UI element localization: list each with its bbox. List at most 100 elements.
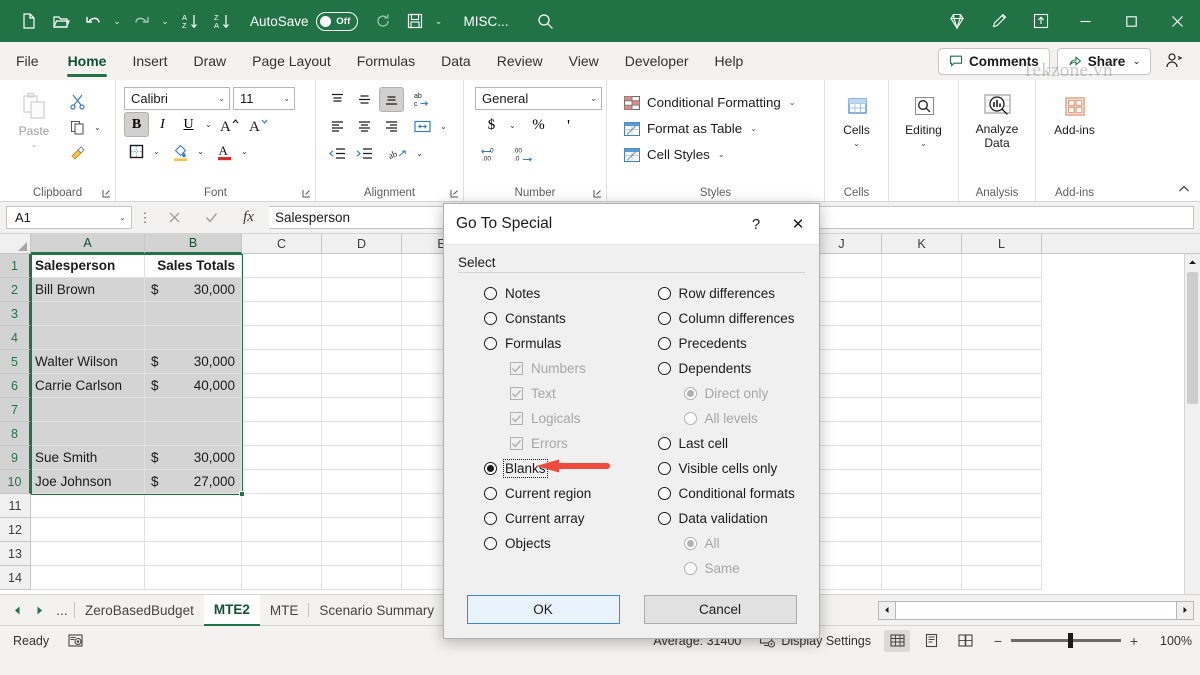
cell-D7[interactable] bbox=[322, 398, 402, 422]
option-constants[interactable]: Constants bbox=[458, 306, 632, 331]
horizontal-scrollbar[interactable] bbox=[878, 601, 1200, 620]
top-align-button[interactable] bbox=[325, 87, 350, 112]
format-as-table-button[interactable]: Format as Table ⌄ bbox=[618, 116, 762, 141]
row-header-4[interactable]: 4 bbox=[0, 326, 31, 350]
document-title[interactable]: MISC... bbox=[464, 14, 509, 29]
percent-style-button[interactable]: % bbox=[526, 113, 551, 138]
column-header-a[interactable]: A bbox=[31, 234, 145, 254]
underline-caret[interactable]: ⌄ bbox=[202, 112, 215, 137]
editing-button[interactable]: Editing ⌄ bbox=[899, 92, 949, 150]
sheet-tab-mte2[interactable]: MTE2 bbox=[204, 595, 260, 626]
editing-caret[interactable]: ⌄ bbox=[920, 139, 927, 148]
column-differences-radio[interactable] bbox=[658, 312, 671, 325]
bottom-align-button[interactable] bbox=[379, 87, 404, 112]
row-header-10[interactable]: 10 bbox=[0, 470, 31, 494]
sheet-tab-zerobasedbudget[interactable]: ZeroBasedBudget bbox=[75, 595, 204, 626]
redo-icon[interactable] bbox=[126, 6, 156, 36]
font-color-caret[interactable]: ⌄ bbox=[238, 139, 251, 164]
shrink-font-button[interactable]: A bbox=[245, 112, 273, 137]
column-header-c[interactable]: C bbox=[242, 234, 322, 254]
record-macro-icon[interactable] bbox=[62, 630, 89, 651]
font-color-button[interactable]: A bbox=[212, 139, 237, 164]
zoom-track[interactable] bbox=[1011, 639, 1121, 642]
horizontal-scroll-track[interactable] bbox=[896, 601, 1176, 620]
cell-K1[interactable] bbox=[882, 254, 962, 278]
analyze-data-button[interactable]: Analyze Data bbox=[964, 89, 1030, 153]
conditional-formatting-button[interactable]: Conditional Formatting ⌄ bbox=[618, 90, 800, 115]
share-caret[interactable]: ⌄ bbox=[1133, 57, 1140, 66]
cell-L3[interactable] bbox=[962, 302, 1042, 326]
save-icon[interactable] bbox=[400, 6, 430, 36]
name-box-caret[interactable]: ⌄ bbox=[119, 213, 126, 222]
font-name-caret[interactable]: ⌄ bbox=[218, 94, 225, 103]
conditional-formatting-caret[interactable]: ⌄ bbox=[789, 98, 796, 107]
middle-align-button[interactable] bbox=[352, 87, 377, 112]
cell-D10[interactable] bbox=[322, 470, 402, 494]
option-current-array[interactable]: Current array bbox=[458, 506, 632, 531]
next-sheet-icon[interactable] bbox=[28, 597, 50, 623]
clipboard-dialog-launcher[interactable] bbox=[99, 186, 113, 200]
font-name-combo[interactable]: Calibri ⌄ bbox=[124, 87, 230, 110]
share-button[interactable]: Share ⌄ bbox=[1057, 48, 1151, 75]
option-row-differences[interactable]: Row differences bbox=[632, 281, 806, 306]
previous-sheet-icon[interactable] bbox=[6, 597, 28, 623]
data-validation-radio[interactable] bbox=[658, 512, 671, 525]
cell-A12[interactable] bbox=[31, 518, 145, 542]
fill-color-button[interactable] bbox=[168, 139, 193, 164]
row-header-7[interactable]: 7 bbox=[0, 398, 31, 422]
cut-button[interactable] bbox=[65, 89, 90, 114]
bold-button[interactable]: B bbox=[124, 112, 149, 137]
alignment-dialog-launcher[interactable] bbox=[447, 186, 461, 200]
cell-A14[interactable] bbox=[31, 566, 145, 590]
cell-A1[interactable]: Salesperson bbox=[31, 254, 145, 278]
cell-A6[interactable]: Carrie Carlson bbox=[31, 374, 145, 398]
option-visible-cells-only[interactable]: Visible cells only bbox=[632, 456, 806, 481]
tab-home[interactable]: Home bbox=[55, 42, 120, 80]
orientation-button[interactable]: ab bbox=[385, 141, 411, 166]
format-as-table-caret[interactable]: ⌄ bbox=[750, 124, 757, 133]
copy-button[interactable] bbox=[65, 115, 90, 140]
cell-K3[interactable] bbox=[882, 302, 962, 326]
increase-decimal-button[interactable]: 0.00 bbox=[479, 141, 506, 166]
close-button[interactable] bbox=[1154, 0, 1200, 42]
zoom-in-button[interactable]: + bbox=[1128, 633, 1140, 649]
row-header-9[interactable]: 9 bbox=[0, 446, 31, 470]
cell-B10[interactable]: $27,000 bbox=[145, 470, 242, 494]
maximize-button[interactable] bbox=[1108, 0, 1154, 42]
option-notes[interactable]: Notes bbox=[458, 281, 632, 306]
cell-A13[interactable] bbox=[31, 542, 145, 566]
cell-D12[interactable] bbox=[322, 518, 402, 542]
column-header-k[interactable]: K bbox=[882, 234, 962, 254]
cell-L12[interactable] bbox=[962, 518, 1042, 542]
cell-A4[interactable] bbox=[31, 326, 145, 350]
cell-D3[interactable] bbox=[322, 302, 402, 326]
cell-L9[interactable] bbox=[962, 446, 1042, 470]
comma-style-button[interactable]: ' bbox=[556, 113, 581, 138]
cell-styles-caret[interactable]: ⌄ bbox=[718, 150, 725, 159]
underline-button[interactable]: U bbox=[176, 112, 201, 137]
constants-radio[interactable] bbox=[484, 312, 497, 325]
formula-bar-options[interactable]: ⋮ bbox=[136, 206, 154, 229]
cell-C8[interactable] bbox=[242, 422, 322, 446]
current-array-radio[interactable] bbox=[484, 512, 497, 525]
grow-font-button[interactable]: A bbox=[216, 112, 244, 137]
cell-L8[interactable] bbox=[962, 422, 1042, 446]
cell-C12[interactable] bbox=[242, 518, 322, 542]
dependents-radio[interactable] bbox=[658, 362, 671, 375]
wrap-text-button[interactable]: abc bbox=[410, 87, 435, 112]
comments-button[interactable]: Comments bbox=[938, 48, 1050, 75]
new-document-icon[interactable] bbox=[14, 6, 44, 36]
borders-caret[interactable]: ⌄ bbox=[150, 139, 163, 164]
cell-C13[interactable] bbox=[242, 542, 322, 566]
last-cell-radio[interactable] bbox=[658, 437, 671, 450]
borders-button[interactable] bbox=[124, 139, 149, 164]
cell-C7[interactable] bbox=[242, 398, 322, 422]
row-differences-radio[interactable] bbox=[658, 287, 671, 300]
cell-D8[interactable] bbox=[322, 422, 402, 446]
tab-help[interactable]: Help bbox=[702, 42, 757, 80]
cell-K9[interactable] bbox=[882, 446, 962, 470]
cell-D9[interactable] bbox=[322, 446, 402, 470]
autosave-switch[interactable]: Off bbox=[316, 12, 358, 31]
sheet-tab-scenario-summary[interactable]: Scenario Summary bbox=[309, 595, 444, 626]
zoom-thumb[interactable] bbox=[1068, 633, 1073, 648]
